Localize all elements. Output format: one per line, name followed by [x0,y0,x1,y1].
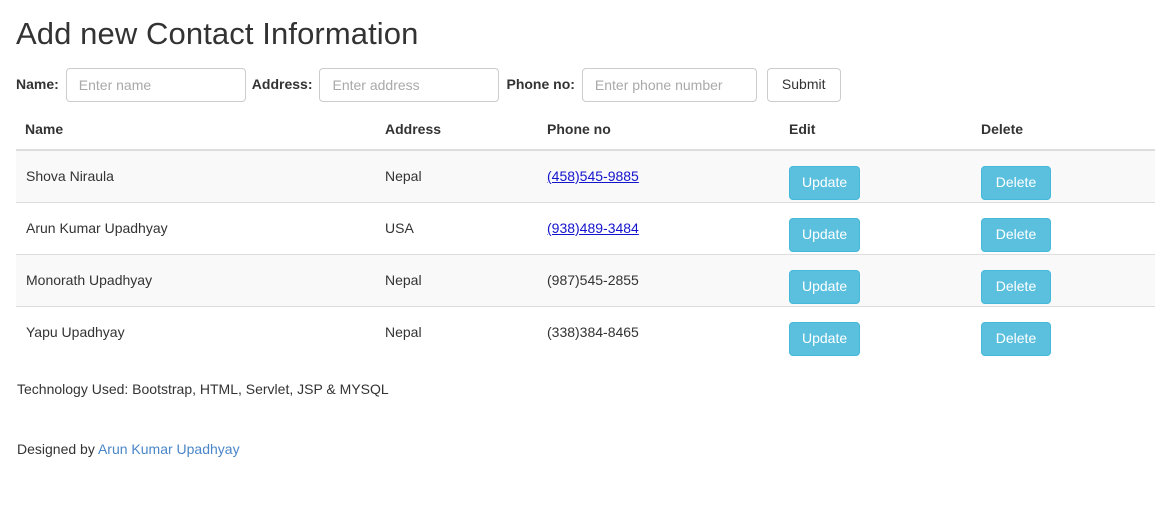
table-row: Yapu Upadhyay Nepal (338)384-8465 Update Del… [16,306,1155,359]
table-row: Shova Niraula Nepal (458)545-9885 Update Del… [16,149,1155,203]
cell-delete: Delete [972,254,1155,307]
add-contact-form: Name: Address: Phone no: Submit [16,68,1155,103]
contacts-table: Name Address Phone no Edit Delete Shova … [16,112,1155,359]
phone-text: (338)384-8465 [547,323,639,340]
update-button[interactable]: Update [789,217,861,252]
cell-edit: Update [780,149,972,203]
cell-contact-phone: (938)489-3484 [538,202,780,255]
update-button[interactable]: Update [789,165,861,200]
cell-contact-name: Arun Kumar Upadhyay [16,202,376,255]
address-input[interactable] [319,68,500,103]
designer-link[interactable]: Arun Kumar Upadhyay [98,441,240,457]
cell-contact-name: Shova Niraula [16,149,376,203]
column-header-phone: Phone no [538,112,780,152]
cell-contact-name: Monorath Upadhyay [16,254,376,307]
technology-note: Technology Used: Bootstrap, HTML, Servle… [17,381,389,398]
cell-delete: Delete [972,306,1155,359]
column-header-edit: Edit [780,112,972,152]
cell-contact-address: Nepal [376,306,538,359]
cell-contact-address: Nepal [376,254,538,307]
delete-button[interactable]: Delete [981,217,1051,252]
phone-label: Phone no: [506,76,575,93]
update-button[interactable]: Update [789,269,861,304]
table-header-row: Name Address Phone no Edit Delete [16,112,1155,152]
cell-contact-phone: (458)545-9885 [538,149,780,203]
update-button[interactable]: Update [789,321,861,356]
name-input[interactable] [65,68,246,103]
table-header: Name Address Phone no Edit Delete [16,112,1155,152]
column-header-name: Name [16,112,376,152]
phone-input[interactable] [581,68,757,103]
column-header-delete: Delete [972,112,1155,152]
delete-button[interactable]: Delete [981,269,1051,304]
phone-text: (987)545-2855 [547,271,639,288]
cell-delete: Delete [972,149,1155,203]
designed-by-line: Designed by Arun Kumar Upadhyay [17,440,1155,460]
delete-button[interactable]: Delete [981,321,1051,356]
cell-contact-name: Yapu Upadhyay [16,306,376,359]
cell-edit: Update [780,202,972,255]
cell-edit: Update [780,306,972,359]
cell-contact-phone: (987)545-2855 [538,254,780,307]
table-row: Arun Kumar Upadhyay USA (938)489-3484 Updat… [16,202,1155,255]
column-header-address: Address [376,112,538,152]
address-label: Address: [251,76,313,93]
cell-contact-phone: (338)384-8465 [538,306,780,359]
cell-delete: Delete [972,202,1155,255]
phone-link[interactable]: (458)545-9885 [547,168,639,184]
name-label: Name: [16,76,59,93]
phone-link[interactable]: (938)489-3484 [547,220,639,236]
page-title: Add new Contact Information [16,16,419,51]
designed-by-prefix: Designed by [17,441,98,458]
cell-contact-address: USA [376,202,538,255]
table-body: Shova Niraula Nepal (458)545-9885 Update Del… [16,149,1155,359]
submit-button[interactable]: Submit [766,68,841,103]
page-container: Add new Contact Information Name: Addres… [0,0,1169,460]
cell-edit: Update [780,254,972,307]
delete-button[interactable]: Delete [981,165,1051,200]
table-row: Monorath Upadhyay Nepal (987)545-2855 Updat… [16,254,1155,307]
cell-contact-address: Nepal [376,149,538,203]
